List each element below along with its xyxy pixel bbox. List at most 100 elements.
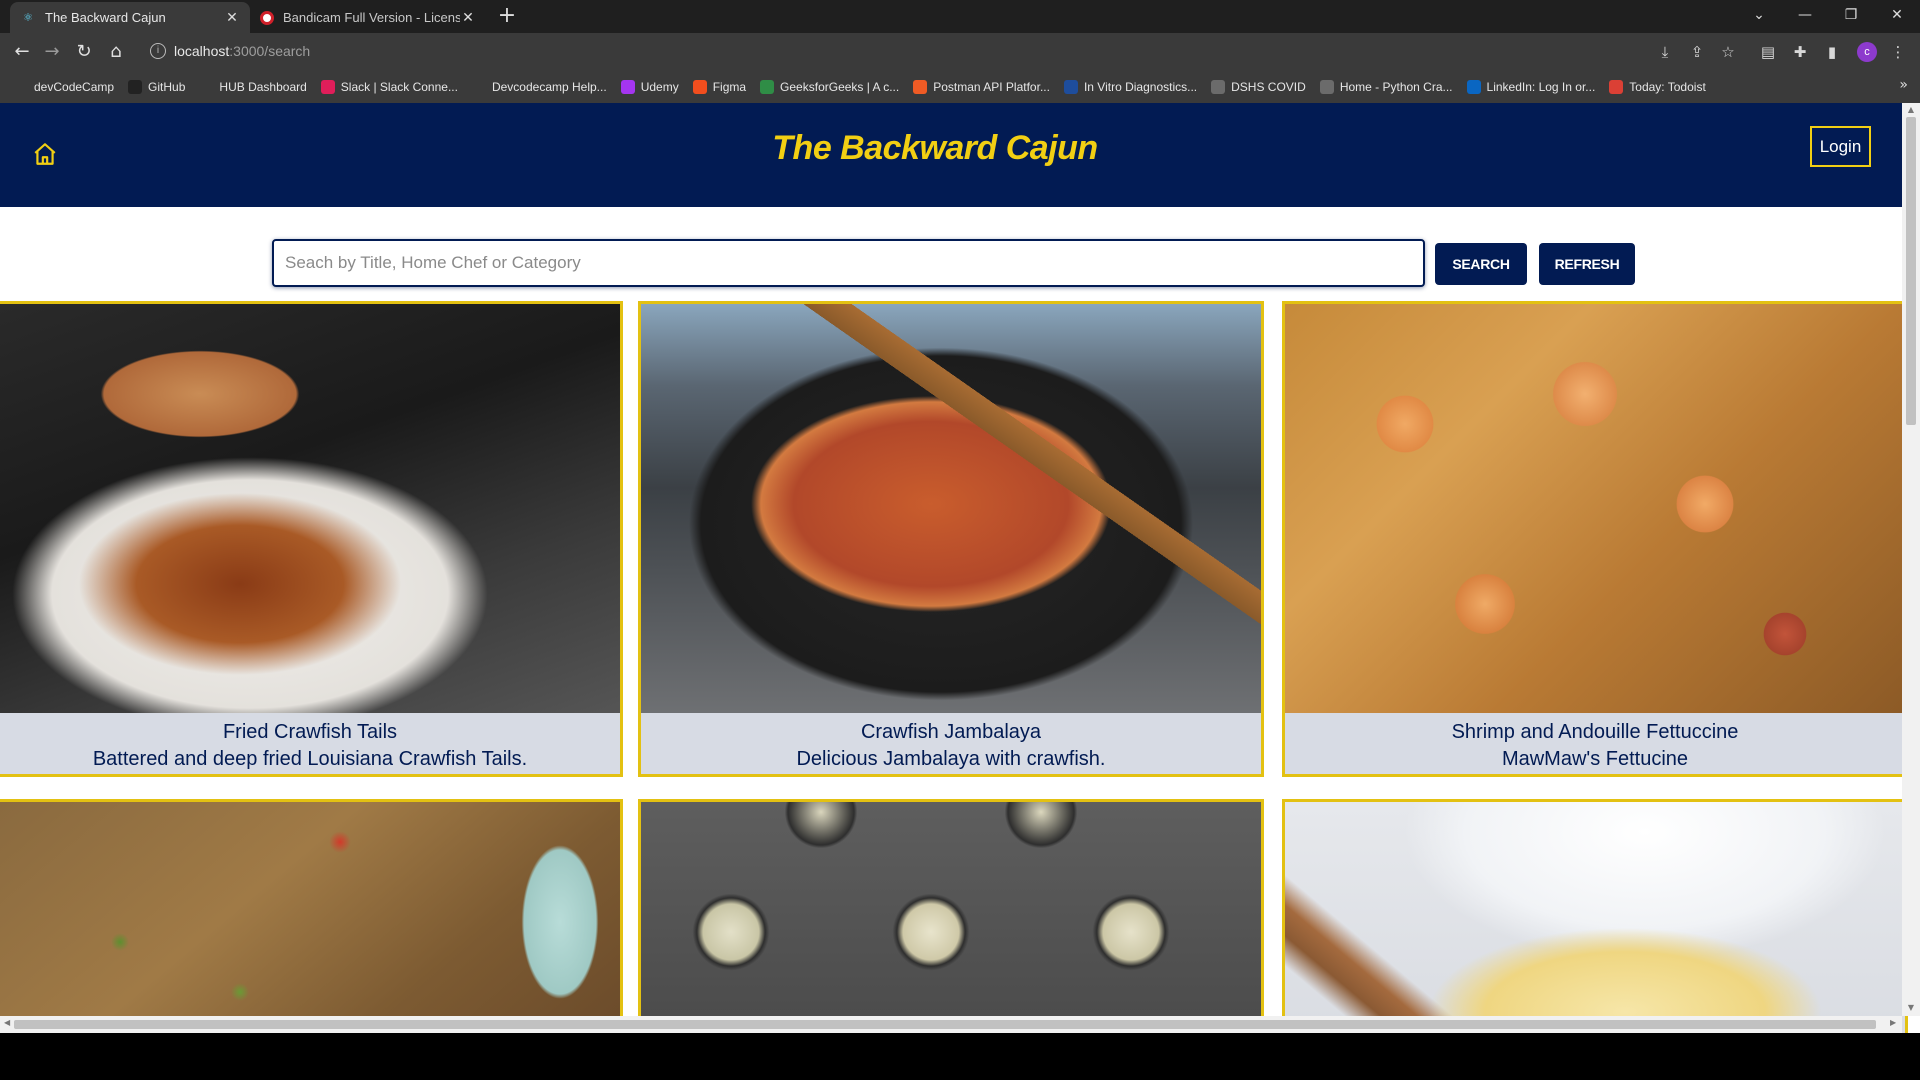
site-title: The Backward Cajun xyxy=(772,129,1098,167)
tab-search-icon[interactable]: ⌄ xyxy=(1736,0,1782,30)
recipe-card[interactable] xyxy=(1282,799,1908,1033)
recipe-caption: Crawfish Jambalaya Delicious Jambalaya w… xyxy=(641,713,1261,774)
bookmark-item[interactable]: Udemy xyxy=(620,80,679,94)
bookmark-label: Devcodecamp Help... xyxy=(491,80,607,94)
refresh-button[interactable]: REFRESH xyxy=(1539,243,1635,285)
recipe-card[interactable]: Crawfish Jambalaya Delicious Jambalaya w… xyxy=(638,301,1264,777)
login-button[interactable]: Login xyxy=(1810,126,1871,167)
site-info-icon[interactable]: i xyxy=(150,43,166,59)
bookmark-label: LinkedIn: Log In or... xyxy=(1486,80,1596,94)
bookmark-label: HUB Dashboard xyxy=(219,80,307,94)
bookmark-favicon-icon xyxy=(1609,80,1624,94)
scroll-down-icon[interactable]: ▼ xyxy=(1906,1003,1916,1012)
recipe-card[interactable]: Shrimp and Andouille Fettuccine MawMaw's… xyxy=(1282,301,1908,777)
bookmark-favicon-icon xyxy=(128,80,143,94)
recipe-card[interactable] xyxy=(0,799,623,1033)
bookmark-favicon-icon xyxy=(692,80,707,94)
recipe-card[interactable]: Fried Crawfish Tails Battered and deep f… xyxy=(0,301,623,777)
menu-kebab-icon[interactable]: ⋮ xyxy=(1888,42,1908,62)
address-bar[interactable]: i localhost:3000/search xyxy=(140,37,1630,67)
bookmark-label: Home - Python Cra... xyxy=(1339,80,1453,94)
bookmark-item[interactable]: Today: Todoist xyxy=(1609,80,1706,94)
install-app-icon[interactable]: ⤓ xyxy=(1655,42,1675,62)
scroll-right-icon[interactable]: ▶ xyxy=(1890,1018,1896,1027)
close-tab-icon[interactable]: ✕ xyxy=(460,9,476,26)
bookmark-label: devCodeCamp xyxy=(34,80,115,94)
bookmark-item[interactable]: Figma xyxy=(692,80,747,94)
bookmark-favicon-icon xyxy=(1466,80,1481,94)
recipe-card[interactable] xyxy=(638,799,1264,1033)
bookmark-favicon-icon xyxy=(199,80,214,94)
bookmark-label: Slack | Slack Conne... xyxy=(340,80,458,94)
bookmark-item[interactable]: Slack | Slack Conne... xyxy=(320,80,458,94)
recipe-description: Battered and deep fried Louisiana Crawfi… xyxy=(92,748,528,770)
reload-icon[interactable]: ↻ xyxy=(72,41,96,63)
browser-toolbar: ← → ↻ ⌂ i localhost:3000/search ⤓ ⇪ ☆ ▤ … xyxy=(0,33,1920,71)
bookmark-item[interactable]: GitHub xyxy=(128,80,185,94)
bookmark-item[interactable]: HUB Dashboard xyxy=(199,80,307,94)
bookmark-favicon-icon xyxy=(1063,80,1078,94)
bookmark-favicon-icon xyxy=(14,80,28,94)
recipe-description: MawMaw's Fettucine xyxy=(1501,748,1689,770)
minimize-icon[interactable]: — xyxy=(1782,0,1828,30)
horizontal-scroll-thumb[interactable] xyxy=(14,1020,1876,1029)
site-header: The Backward Cajun Login xyxy=(0,103,1902,207)
bookmark-label: Udemy xyxy=(640,80,679,94)
bookmark-item[interactable]: Postman API Platfor... xyxy=(913,80,1050,94)
tab-bandicam[interactable]: Bandicam Full Version - License r ✕ xyxy=(250,2,486,33)
url-text: localhost:3000/search xyxy=(174,43,311,59)
vertical-scroll-thumb[interactable] xyxy=(1906,117,1916,425)
scroll-left-icon[interactable]: ◀ xyxy=(4,1018,10,1027)
back-icon[interactable]: ← xyxy=(10,41,34,63)
tab-backward-cajun[interactable]: ⚛ The Backward Cajun ✕ xyxy=(10,2,250,33)
bandicam-icon xyxy=(260,10,274,25)
recipe-image-muffin-tin xyxy=(641,802,1261,1033)
horizontal-scrollbar[interactable]: ◀ ▶ xyxy=(0,1016,1902,1033)
bookmark-item[interactable]: LinkedIn: Log In or... xyxy=(1466,80,1596,94)
extension-icon[interactable]: ▤ xyxy=(1758,42,1778,62)
bookmark-label: Today: Todoist xyxy=(1629,80,1706,94)
close-tab-icon[interactable]: ✕ xyxy=(224,9,240,26)
bookmark-item[interactable]: GeeksforGeeks | A c... xyxy=(760,80,899,94)
side-panel-icon[interactable]: ▮ xyxy=(1822,42,1842,62)
bookmark-item[interactable]: devCodeCamp xyxy=(14,80,114,94)
bookmark-favicon-icon xyxy=(471,80,486,94)
bookmark-favicon-icon xyxy=(320,80,335,94)
recipe-image-dessert xyxy=(1285,802,1905,1033)
bookmark-item[interactable]: In Vitro Diagnostics... xyxy=(1063,80,1197,94)
bookmark-label: Postman API Platfor... xyxy=(933,80,1050,94)
bookmark-favicon-icon xyxy=(1319,80,1334,94)
browser-tab-strip: ⚛ The Backward Cajun ✕ Bandicam Full Ver… xyxy=(0,0,1920,33)
search-button[interactable]: SEARCH xyxy=(1435,243,1527,285)
recipe-image-gumbo xyxy=(0,802,620,1033)
bookmark-label: DSHS COVID xyxy=(1231,80,1306,94)
bookmarks-bar: devCodeCamp GitHub HUB Dashboard Slack | Sl… xyxy=(0,71,1920,103)
bookmark-item[interactable]: Devcodecamp Help... xyxy=(471,80,607,94)
forward-icon[interactable]: → xyxy=(40,41,64,63)
bookmark-item[interactable]: DSHS COVID xyxy=(1211,80,1306,94)
recipe-caption: Shrimp and Andouille Fettuccine MawMaw's… xyxy=(1285,713,1905,774)
new-tab-button[interactable]: + xyxy=(494,5,520,29)
bookmark-star-icon[interactable]: ☆ xyxy=(1718,42,1738,62)
search-input[interactable] xyxy=(272,239,1425,287)
bookmark-label: Figma xyxy=(712,80,747,94)
tab-title: The Backward Cajun xyxy=(45,10,166,25)
restore-icon[interactable]: ❐ xyxy=(1828,0,1874,30)
recipe-image-crawfish-jambalaya xyxy=(641,304,1261,713)
react-icon: ⚛ xyxy=(23,12,33,24)
home-browser-icon[interactable]: ⌂ xyxy=(104,41,128,63)
bookmark-item[interactable]: Home - Python Cra... xyxy=(1319,80,1453,94)
more-bookmarks-icon[interactable]: » xyxy=(1899,77,1908,93)
bookmark-favicon-icon xyxy=(760,80,775,94)
recipe-title: Shrimp and Andouille Fettuccine xyxy=(1451,721,1739,743)
tab-title: Bandicam Full Version - License r xyxy=(283,10,460,25)
profile-avatar[interactable]: c xyxy=(1857,42,1877,62)
extensions-puzzle-icon[interactable]: ✚ xyxy=(1790,42,1810,62)
vertical-scrollbar[interactable]: ▲ ▼ xyxy=(1902,103,1920,1016)
recipe-image-fried-crawfish xyxy=(0,304,620,713)
close-window-icon[interactable]: ✕ xyxy=(1874,0,1920,30)
scroll-up-icon[interactable]: ▲ xyxy=(1906,105,1916,114)
bookmark-favicon-icon xyxy=(913,80,928,94)
share-icon[interactable]: ⇪ xyxy=(1687,42,1707,62)
bookmark-favicon-icon xyxy=(620,80,635,94)
